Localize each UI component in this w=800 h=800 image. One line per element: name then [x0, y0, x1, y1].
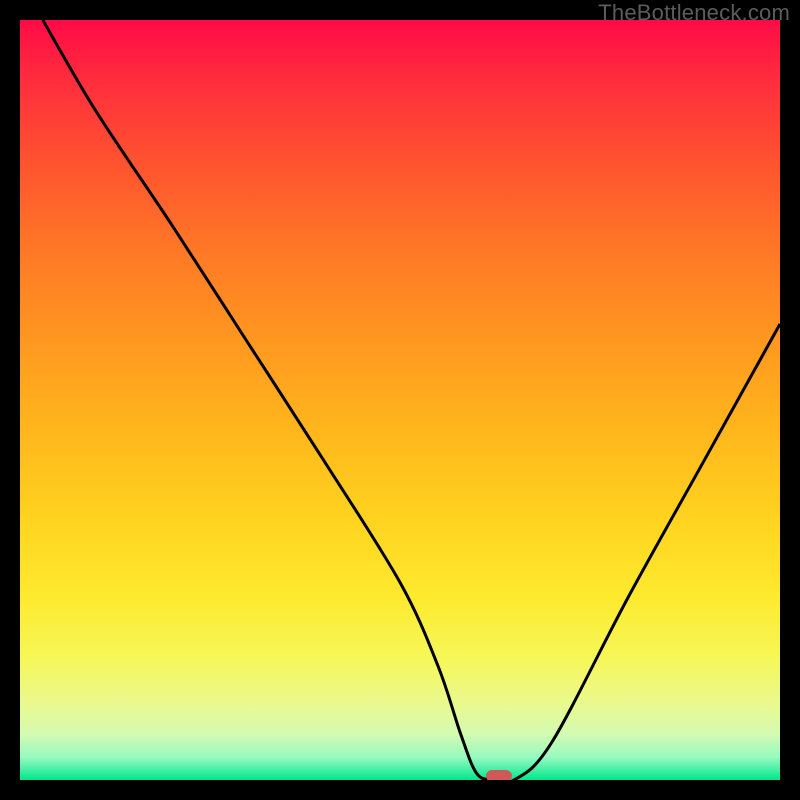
chart-container: TheBottleneck.com: [0, 0, 800, 800]
line-curve: [20, 20, 780, 780]
watermark-text: TheBottleneck.com: [598, 0, 790, 26]
plot-area: [20, 20, 780, 780]
optimum-marker: [486, 770, 512, 780]
